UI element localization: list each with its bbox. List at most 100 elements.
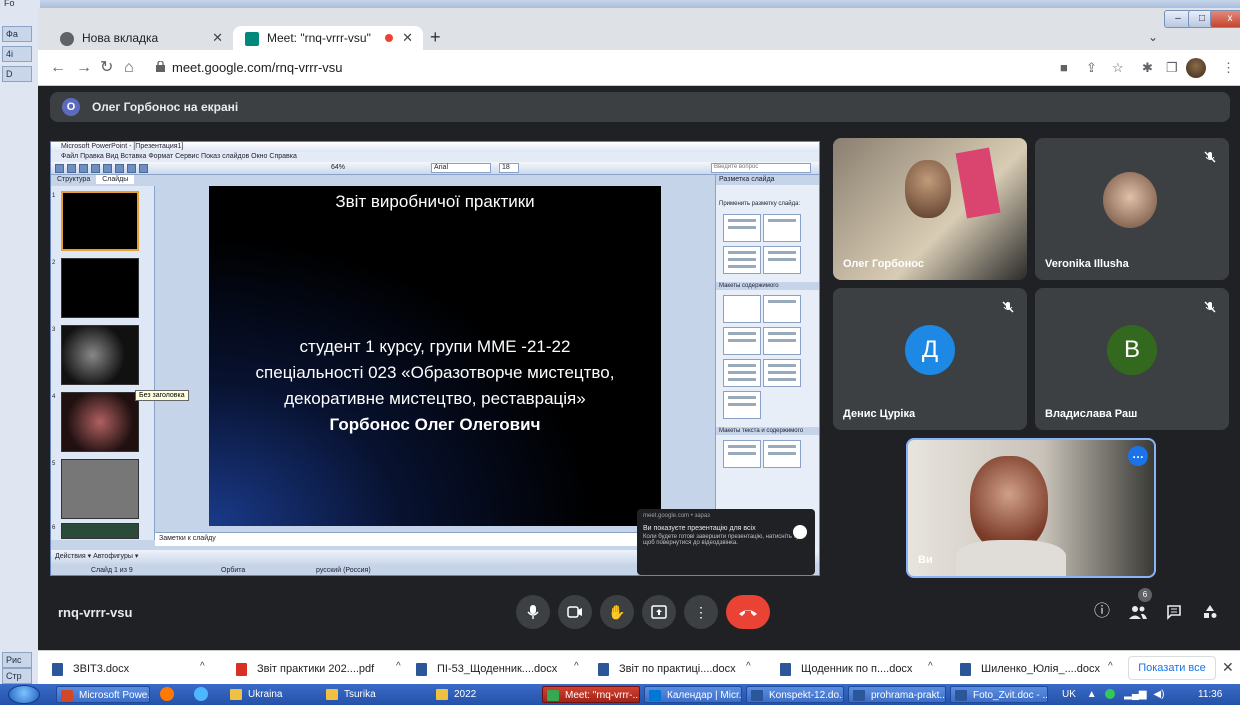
download-filename: Звіт практики 202....pdf <box>257 663 375 675</box>
book-in-video <box>955 147 1001 219</box>
extensions-icon[interactable]: ✱ <box>1142 60 1153 76</box>
word-doc-icon <box>780 662 791 676</box>
download-item-4[interactable]: Звіт по практиці....docx <box>598 660 736 678</box>
tab-slides: Слайды <box>96 175 135 184</box>
close-window-button[interactable]: x <box>1210 10 1240 28</box>
slide-thumbnail-4 <box>61 392 139 452</box>
taskbar-app-9[interactable]: Foto_Zvit.doc - ... <box>950 686 1048 703</box>
status-slide: Слайд 1 из 9 <box>91 567 133 574</box>
slide-canvas: Звіт виробничої практики студент 1 курсу… <box>209 186 661 526</box>
tab-new-tab[interactable]: Нова вкладка ✕ <box>48 26 233 50</box>
new-tab-button[interactable]: + <box>430 28 441 46</box>
taskbar-app-8[interactable]: prohrama-prakt... <box>848 686 946 703</box>
download-item-5[interactable]: Щоденник по п....docx <box>780 660 912 678</box>
word-side-tab-3[interactable]: D <box>2 66 32 82</box>
thumb-number: 6 <box>52 525 56 531</box>
word-side-tab-2[interactable]: 4i <box>2 46 32 62</box>
ppt-side-tabs: Структура Слайды <box>51 175 155 186</box>
address-bar[interactable]: meet.google.com/rnq-vrrr-vsu <box>146 55 1046 81</box>
slide-line: студент 1 курсу, групи ММЕ -21-22 <box>299 337 571 356</box>
layout-option <box>763 246 801 274</box>
word-bottom-tab-2[interactable]: Стр <box>2 668 32 684</box>
camera-in-use-icon[interactable]: ■ <box>1060 60 1068 76</box>
bookmark-star-icon[interactable]: ☆ <box>1112 60 1124 76</box>
raise-hand-icon[interactable]: ✋ <box>600 595 634 629</box>
status-theme: Орбита <box>221 567 246 574</box>
close-tab-icon[interactable]: ✕ <box>402 26 413 50</box>
chevron-up-icon[interactable]: ^ <box>928 661 933 672</box>
layout-option <box>763 295 801 323</box>
participant-tile-1[interactable]: Олег Горбонос <box>833 138 1027 280</box>
download-item-6[interactable]: Шиленко_Юлія_....docx <box>960 660 1100 678</box>
taskbar-app-3[interactable]: Tsurika <box>322 686 408 703</box>
chevron-up-icon[interactable]: ^ <box>1108 661 1113 672</box>
chevron-up-icon[interactable]: ^ <box>574 661 579 672</box>
reload-icon[interactable]: ↻ <box>100 58 113 78</box>
firefox-icon[interactable] <box>160 687 174 701</box>
slide-thumbnail-5 <box>61 459 139 519</box>
more-options-kebab-icon[interactable]: ⋮ <box>684 595 718 629</box>
new-icon <box>55 164 64 173</box>
taskbar-app-7[interactable]: Konspekt-12.do... <box>746 686 844 703</box>
layout-option <box>763 359 801 387</box>
profile-avatar[interactable] <box>1186 58 1206 78</box>
forward-arrow-icon[interactable]: → <box>76 58 92 78</box>
clock[interactable]: 11:36 <box>1198 686 1222 703</box>
font-name-field: Arial <box>431 163 491 173</box>
download-shelf: ЗВІТ3.docx ^ Звіт практики 202....pdf ^ … <box>38 650 1240 684</box>
show-all-downloads-button[interactable]: Показати все <box>1128 656 1216 680</box>
tab-meet[interactable]: Meet: "rnq-vrrr-vsu" ✕ <box>233 26 423 50</box>
download-item-1[interactable]: ЗВІТ3.docx <box>52 660 129 678</box>
close-tab-icon[interactable]: ✕ <box>212 26 223 50</box>
layout-option <box>763 214 801 242</box>
word-doc-icon <box>52 662 63 676</box>
hang-up-button[interactable] <box>726 595 770 629</box>
chevron-up-icon[interactable]: ^ <box>200 661 205 672</box>
home-icon[interactable]: ⌂ <box>124 58 134 78</box>
back-arrow-icon[interactable]: ← <box>50 58 66 78</box>
volume-icon[interactable]: ◀) <box>1153 689 1164 700</box>
taskbar-app-4[interactable]: 2022 <box>432 686 532 703</box>
word-side-tab-1[interactable]: Фа <box>2 26 32 42</box>
network-icon[interactable]: ▂▄▆ <box>1124 689 1146 700</box>
tray-app-icon[interactable] <box>1105 689 1116 700</box>
close-shelf-icon[interactable]: ✕ <box>1222 659 1234 676</box>
layout-apply-label: Применить разметку слайда: <box>719 201 801 207</box>
more-options-icon[interactable]: … <box>1128 446 1148 466</box>
taskbar-app-2[interactable]: Ukraina <box>226 686 312 703</box>
download-item-3[interactable]: ПІ-53_Щоденник....docx <box>416 660 557 678</box>
taskbar-app-1[interactable]: Microsoft Powe... <box>56 686 150 703</box>
word-bottom-tab-1[interactable]: Рис <box>2 652 32 668</box>
layout-option <box>723 440 761 468</box>
chevron-up-icon[interactable]: ^ <box>746 661 751 672</box>
taskbar-app-6[interactable]: Календар | Micr... <box>644 686 742 703</box>
chat-icon[interactable] <box>1162 600 1186 624</box>
self-video-clothes <box>956 540 1066 576</box>
participant-avatar: В <box>1107 325 1157 376</box>
chevron-up-icon[interactable]: ^ <box>396 661 401 672</box>
tab-search-chevron-icon[interactable]: ⌄ <box>1148 30 1158 44</box>
share-icon[interactable]: ⇪ <box>1086 60 1097 76</box>
participant-tile-2[interactable]: Veronika Illusha <box>1035 138 1229 280</box>
camera-icon[interactable] <box>558 595 592 629</box>
menu-kebab-icon[interactable]: ⋮ <box>1222 60 1235 76</box>
meeting-details-icon[interactable]: ⓘ <box>1090 600 1114 624</box>
self-view-tile[interactable]: … Ви <box>906 438 1156 578</box>
presenting-notification[interactable]: meet.google.com • зараз Ви показуєте пре… <box>637 509 815 575</box>
participant-tile-4[interactable]: В Владислава Раш <box>1035 288 1229 430</box>
people-icon[interactable] <box>1126 600 1150 624</box>
start-button[interactable] <box>8 685 40 704</box>
side-panel-icon[interactable]: ❐ <box>1166 60 1178 76</box>
mic-icon[interactable] <box>516 595 550 629</box>
present-screen-icon[interactable] <box>642 595 676 629</box>
download-item-2[interactable]: Звіт практики 202....pdf <box>236 660 374 678</box>
activities-icon[interactable] <box>1198 600 1222 624</box>
participant-tile-3[interactable]: Д Денис Цуріка <box>833 288 1027 430</box>
tray-up-icon[interactable]: ▲ <box>1087 689 1097 700</box>
taskbar-app-5[interactable]: Meet: "rnq-vrrr-... <box>542 686 640 703</box>
notification-title: Ви показуєте презентацію для всіх <box>643 525 756 532</box>
browser-icon[interactable] <box>194 687 208 701</box>
download-filename: Щоденник по п....docx <box>801 663 913 675</box>
download-filename: ПІ-53_Щоденник....docx <box>437 663 558 675</box>
language-indicator[interactable]: UK <box>1062 689 1076 700</box>
